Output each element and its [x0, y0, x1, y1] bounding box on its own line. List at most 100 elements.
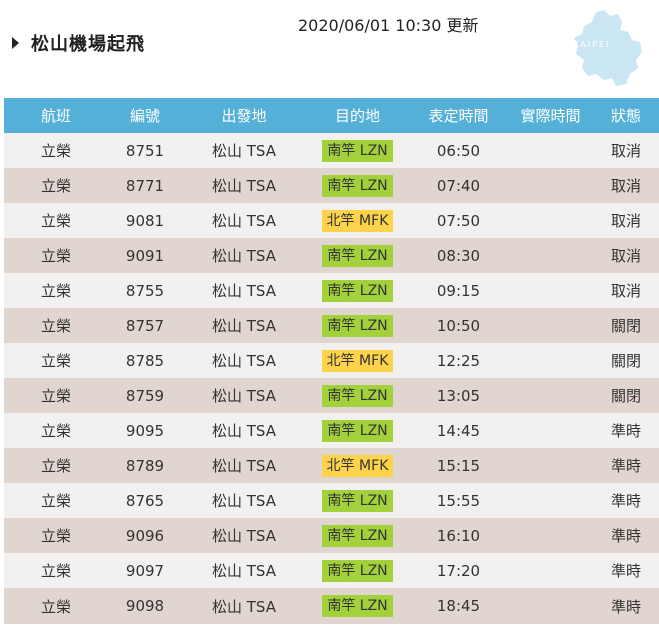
destination-badge: 南竿 LZN: [322, 139, 393, 162]
status-cell: 取消: [593, 203, 659, 238]
actual-cell: [508, 203, 593, 238]
destination-badge: 北竿 MFK: [321, 349, 394, 372]
from-cell: 松山 TSA: [182, 168, 306, 203]
table-header-row: 航班 編號 出發地 目的地 表定時間 實際時間 狀態: [4, 98, 659, 133]
from-cell: 松山 TSA: [182, 448, 306, 483]
column-header: 編號: [108, 98, 182, 133]
table-row: 立榮 8759 松山 TSA 南竿 LZN 13:05 關閉: [4, 378, 659, 413]
destination-cell: 南竿 LZN: [306, 133, 409, 168]
destination-cell: 北竿 MFK: [306, 203, 409, 238]
status-cell: 取消: [593, 238, 659, 273]
destination-badge: 南竿 LZN: [322, 559, 393, 582]
destination-cell: 南竿 LZN: [306, 588, 409, 624]
destination-badge: 南竿 LZN: [322, 595, 393, 617]
actual-cell: [508, 238, 593, 273]
scheduled-cell: 15:55: [409, 483, 508, 518]
number-cell: 9091: [108, 238, 182, 273]
destination-badge: 南竿 LZN: [322, 524, 393, 547]
destination-badge: 南竿 LZN: [322, 384, 393, 407]
destination-badge: 南竿 LZN: [322, 419, 393, 442]
from-cell: 松山 TSA: [182, 238, 306, 273]
actual-cell: [508, 133, 593, 168]
table-row: 立榮 8765 松山 TSA 南竿 LZN 15:55 準時: [4, 483, 659, 518]
airline-cell: 立榮: [4, 133, 108, 168]
from-cell: 松山 TSA: [182, 343, 306, 378]
scheduled-cell: 15:15: [409, 448, 508, 483]
airline-cell: 立榮: [4, 343, 108, 378]
destination-cell: 南竿 LZN: [306, 413, 409, 448]
column-header: 實際時間: [508, 98, 593, 133]
destination-cell: 南竿 LZN: [306, 238, 409, 273]
update-timestamp: 2020/06/01 10:30 更新: [298, 16, 479, 35]
destination-cell: 南竿 LZN: [306, 378, 409, 413]
column-header: 表定時間: [409, 98, 508, 133]
table-row: 立榮 8751 松山 TSA 南竿 LZN 06:50 取消: [4, 133, 659, 168]
page-title: 松山機場起飛: [12, 30, 145, 56]
actual-cell: [508, 308, 593, 343]
status-cell: 準時: [593, 448, 659, 483]
from-cell: 松山 TSA: [182, 413, 306, 448]
status-cell: 準時: [593, 413, 659, 448]
scheduled-cell: 12:25: [409, 343, 508, 378]
scheduled-cell: 17:20: [409, 553, 508, 588]
airline-cell: 立榮: [4, 168, 108, 203]
destination-badge: 北竿 MFK: [321, 209, 394, 232]
airline-cell: 立榮: [4, 413, 108, 448]
logo-text: TAIPEI: [574, 40, 611, 49]
number-cell: 8789: [108, 448, 182, 483]
status-cell: 準時: [593, 588, 659, 624]
actual-cell: [508, 553, 593, 588]
actual-cell: [508, 343, 593, 378]
from-cell: 松山 TSA: [182, 588, 306, 624]
destination-cell: 南竿 LZN: [306, 168, 409, 203]
airline-cell: 立榮: [4, 308, 108, 343]
page-title-text: 松山機場起飛: [31, 34, 145, 55]
from-cell: 松山 TSA: [182, 553, 306, 588]
scheduled-cell: 09:15: [409, 273, 508, 308]
status-cell: 準時: [593, 518, 659, 553]
status-cell: 準時: [593, 553, 659, 588]
destination-cell: 北竿 MFK: [306, 448, 409, 483]
number-cell: 9096: [108, 518, 182, 553]
actual-cell: [508, 483, 593, 518]
flight-rows: 立榮 8751 松山 TSA 南竿 LZN 06:50 取消 立榮 8771 松山 TSA 南竿 …: [4, 133, 659, 624]
actual-cell: [508, 168, 593, 203]
table-row: 立榮 9091 松山 TSA 南竿 LZN 08:30 取消: [4, 238, 659, 273]
actual-cell: [508, 518, 593, 553]
number-cell: 9098: [108, 588, 182, 624]
number-cell: 8765: [108, 483, 182, 518]
airline-cell: 立榮: [4, 483, 108, 518]
number-cell: 8757: [108, 308, 182, 343]
destination-cell: 南竿 LZN: [306, 483, 409, 518]
table-row: 立榮 8789 松山 TSA 北竿 MFK 15:15 準時: [4, 448, 659, 483]
scheduled-cell: 06:50: [409, 133, 508, 168]
airline-cell: 立榮: [4, 553, 108, 588]
destination-cell: 南竿 LZN: [306, 308, 409, 343]
status-cell: 關閉: [593, 308, 659, 343]
table-row: 立榮 9095 松山 TSA 南竿 LZN 14:45 準時: [4, 413, 659, 448]
number-cell: 8759: [108, 378, 182, 413]
triangle-right-icon: [12, 37, 19, 49]
departure-board: 航班 編號 出發地 目的地 表定時間 實際時間 狀態 立榮 8751 松山 TSA 南竿 LZN 0…: [4, 98, 659, 624]
destination-badge: 南竿 LZN: [322, 489, 393, 512]
number-cell: 9095: [108, 413, 182, 448]
table-row: 立榮 9096 松山 TSA 南竿 LZN 16:10 準時: [4, 518, 659, 553]
status-cell: 取消: [593, 273, 659, 308]
column-header: 狀態: [593, 98, 659, 133]
scheduled-cell: 16:10: [409, 518, 508, 553]
table-row: 立榮 9097 松山 TSA 南竿 LZN 17:20 準時: [4, 553, 659, 588]
table-row: 立榮 8771 松山 TSA 南竿 LZN 07:40 取消: [4, 168, 659, 203]
destination-cell: 南竿 LZN: [306, 273, 409, 308]
page-header: 松山機場起飛 2020/06/01 10:30 更新 TAIPEI: [0, 0, 659, 98]
destination-cell: 南竿 LZN: [306, 518, 409, 553]
airline-cell: 立榮: [4, 378, 108, 413]
number-cell: 8785: [108, 343, 182, 378]
number-cell: 9081: [108, 203, 182, 238]
actual-cell: [508, 413, 593, 448]
scheduled-cell: 13:05: [409, 378, 508, 413]
table-row: 立榮 9081 松山 TSA 北竿 MFK 07:50 取消: [4, 203, 659, 238]
scheduled-cell: 08:30: [409, 238, 508, 273]
table-row: 立榮 8785 松山 TSA 北竿 MFK 12:25 關閉: [4, 343, 659, 378]
number-cell: 9097: [108, 553, 182, 588]
number-cell: 8755: [108, 273, 182, 308]
